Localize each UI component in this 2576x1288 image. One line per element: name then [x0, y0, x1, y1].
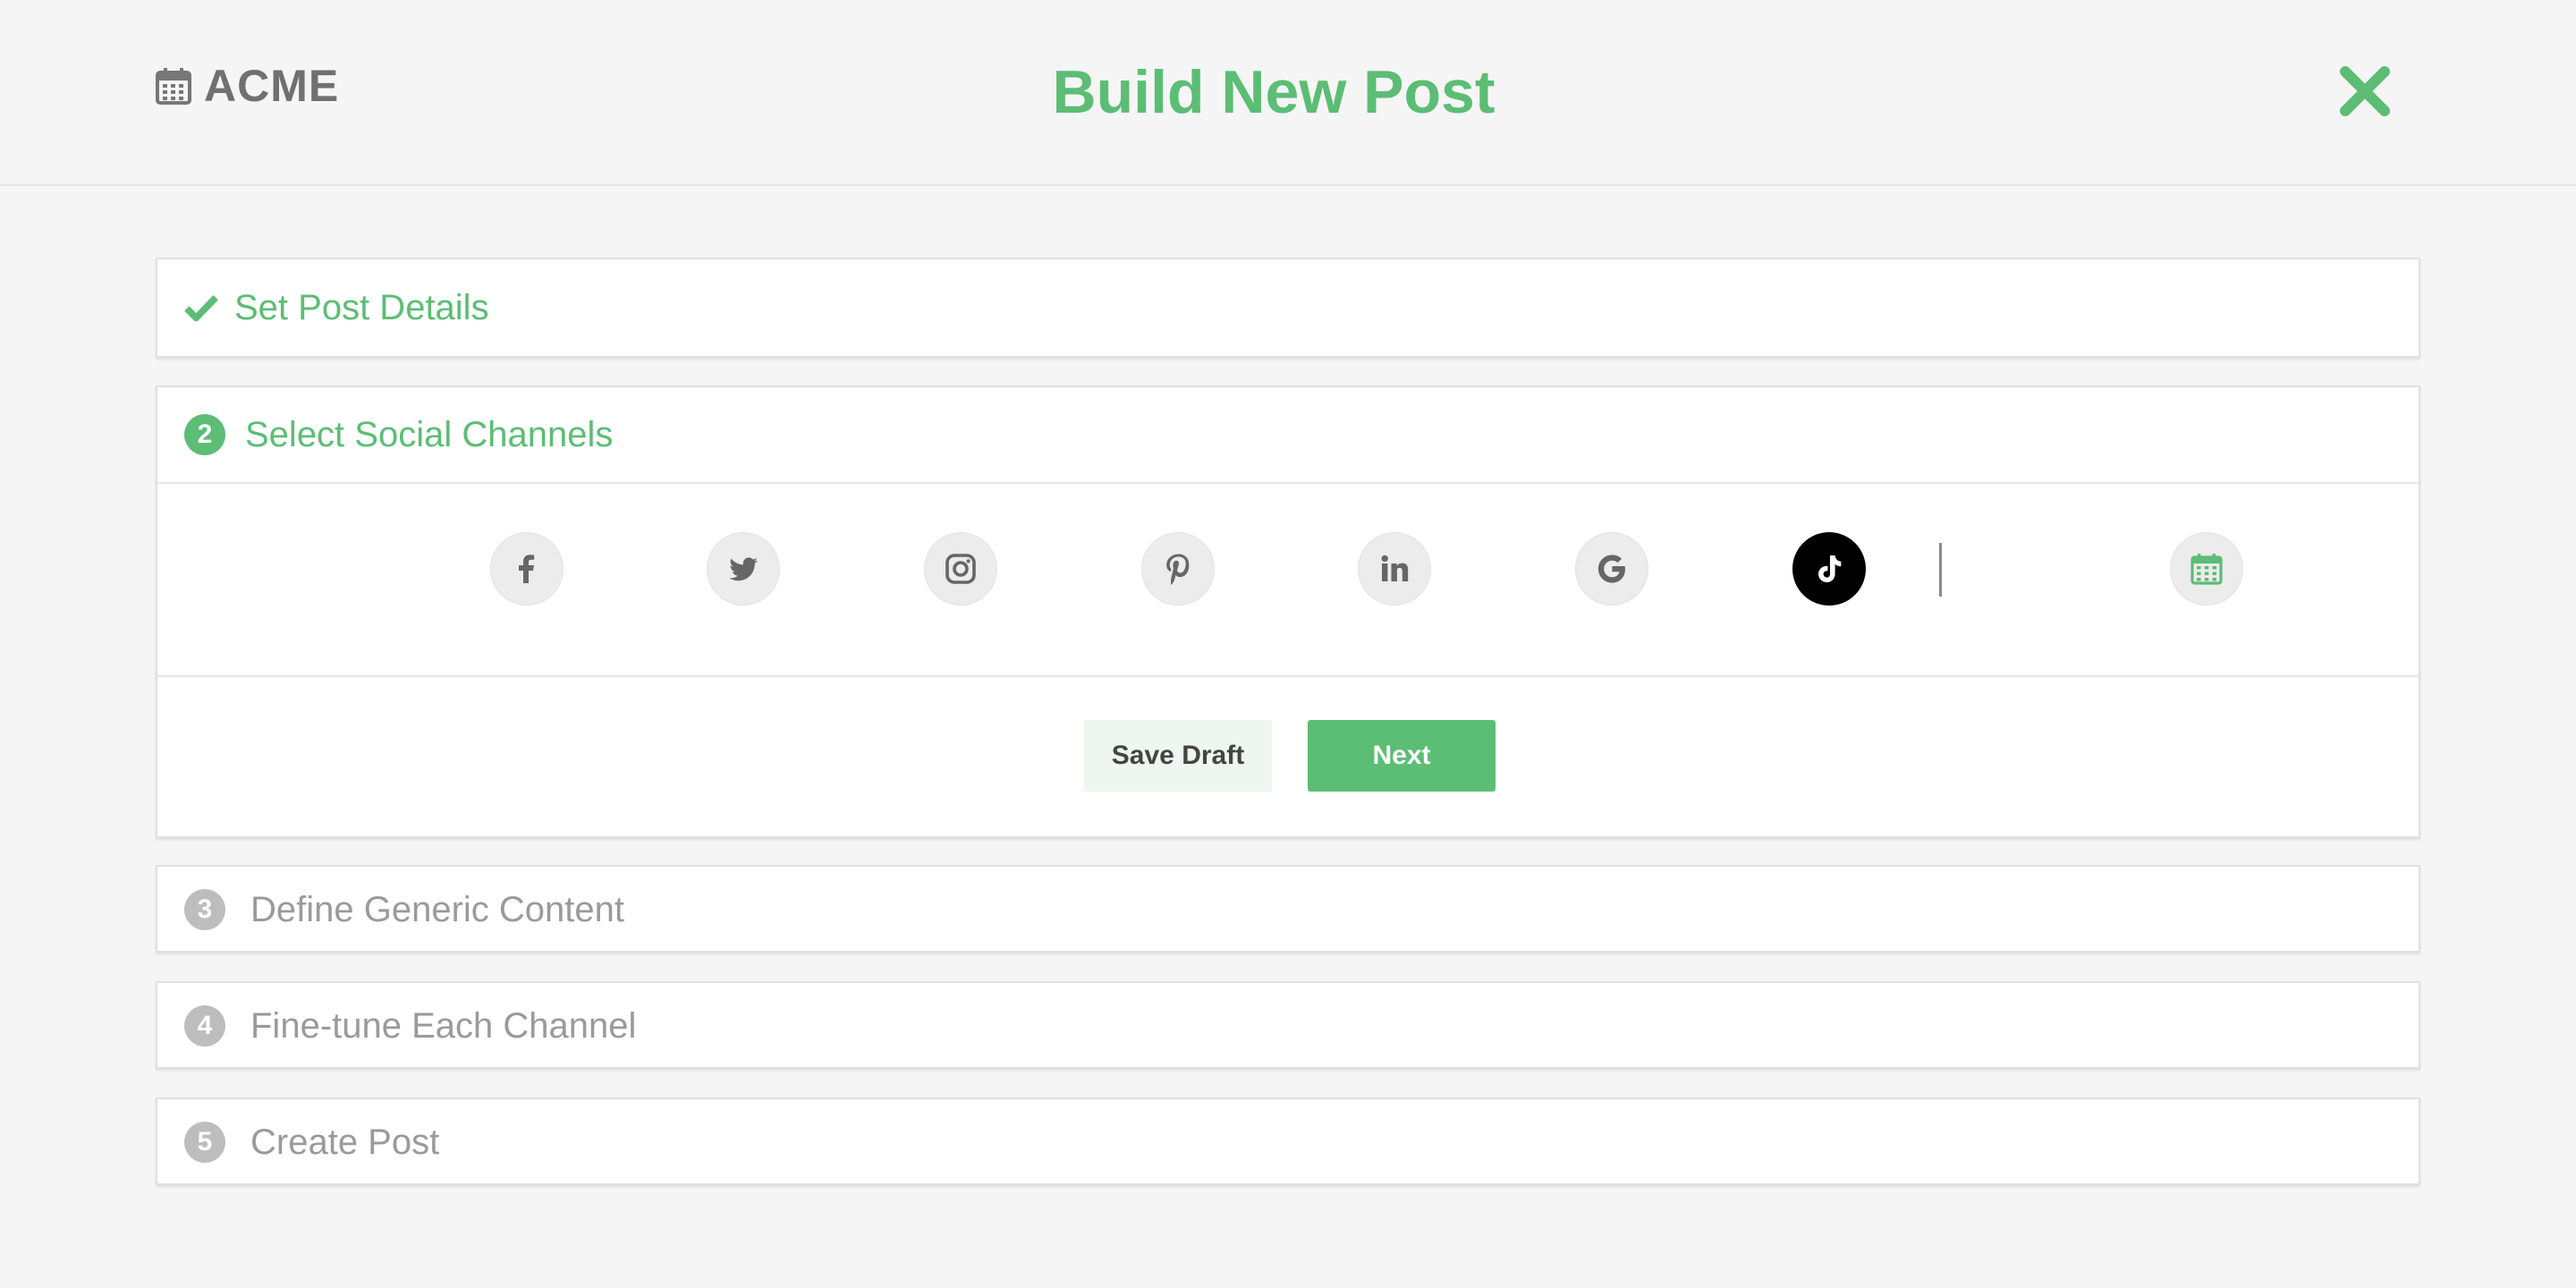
step-number-badge: 4 — [184, 1005, 225, 1046]
twitter-icon — [729, 557, 758, 581]
step-header[interactable]: 5 Create Post — [157, 1099, 2419, 1185]
step-panel-set-post-details: Set Post Details — [156, 258, 2420, 358]
calendar-icon — [2190, 554, 2223, 585]
step-actions: Save Draft Next — [157, 677, 2419, 835]
channel-instagram[interactable] — [924, 532, 997, 606]
close-icon — [2340, 66, 2390, 116]
channel-tiktok[interactable] — [1792, 532, 1866, 606]
step-title: Fine-tune Each Channel — [250, 1005, 637, 1046]
close-button[interactable] — [2338, 64, 2392, 118]
step-number-badge: 2 — [184, 414, 225, 455]
step-panel-create-post: 5 Create Post — [156, 1097, 2420, 1185]
next-button[interactable]: Next — [1308, 720, 1496, 792]
step-title: Define Generic Content — [250, 889, 625, 929]
channel-calendar[interactable] — [2170, 532, 2243, 606]
save-draft-button[interactable]: Save Draft — [1084, 720, 1272, 792]
step-panel-fine-tune-each-channel: 4 Fine-tune Each Channel — [156, 981, 2420, 1069]
step-number-badge: 3 — [184, 889, 225, 930]
page-title: Build New Post — [1052, 58, 1496, 126]
checkmark-icon — [184, 294, 218, 322]
channel-facebook[interactable] — [490, 532, 564, 606]
step-panel-define-generic-content: 3 Define Generic Content — [156, 865, 2420, 953]
app-header: ACME Build New Post — [0, 0, 2576, 186]
facebook-icon — [519, 555, 535, 583]
instagram-icon — [945, 554, 976, 584]
step-header[interactable]: 3 Define Generic Content — [157, 867, 2419, 953]
google-icon — [1597, 555, 1625, 583]
step-title: Create Post — [250, 1122, 440, 1162]
pinterest-icon — [1166, 554, 1190, 586]
step-header[interactable]: 4 Fine-tune Each Channel — [157, 983, 2419, 1069]
step-title: Select Social Channels — [245, 414, 614, 454]
channel-selector — [157, 484, 2419, 677]
tiktok-icon — [1818, 555, 1842, 582]
step-panel-select-social-channels: 2 Select Social Channels Save Draft Next — [156, 386, 2420, 838]
step-title: Set Post Details — [234, 287, 489, 327]
channel-divider — [1939, 543, 1942, 597]
channel-pinterest[interactable] — [1141, 532, 1215, 606]
channel-linkedin[interactable] — [1358, 532, 1431, 606]
linkedin-icon — [1381, 555, 1409, 581]
step-header[interactable]: Set Post Details — [157, 259, 2419, 356]
step-number-badge: 5 — [184, 1122, 225, 1163]
channel-google[interactable] — [1575, 532, 1648, 606]
channel-twitter[interactable] — [707, 532, 780, 606]
step-header[interactable]: 2 Select Social Channels — [157, 387, 2419, 484]
